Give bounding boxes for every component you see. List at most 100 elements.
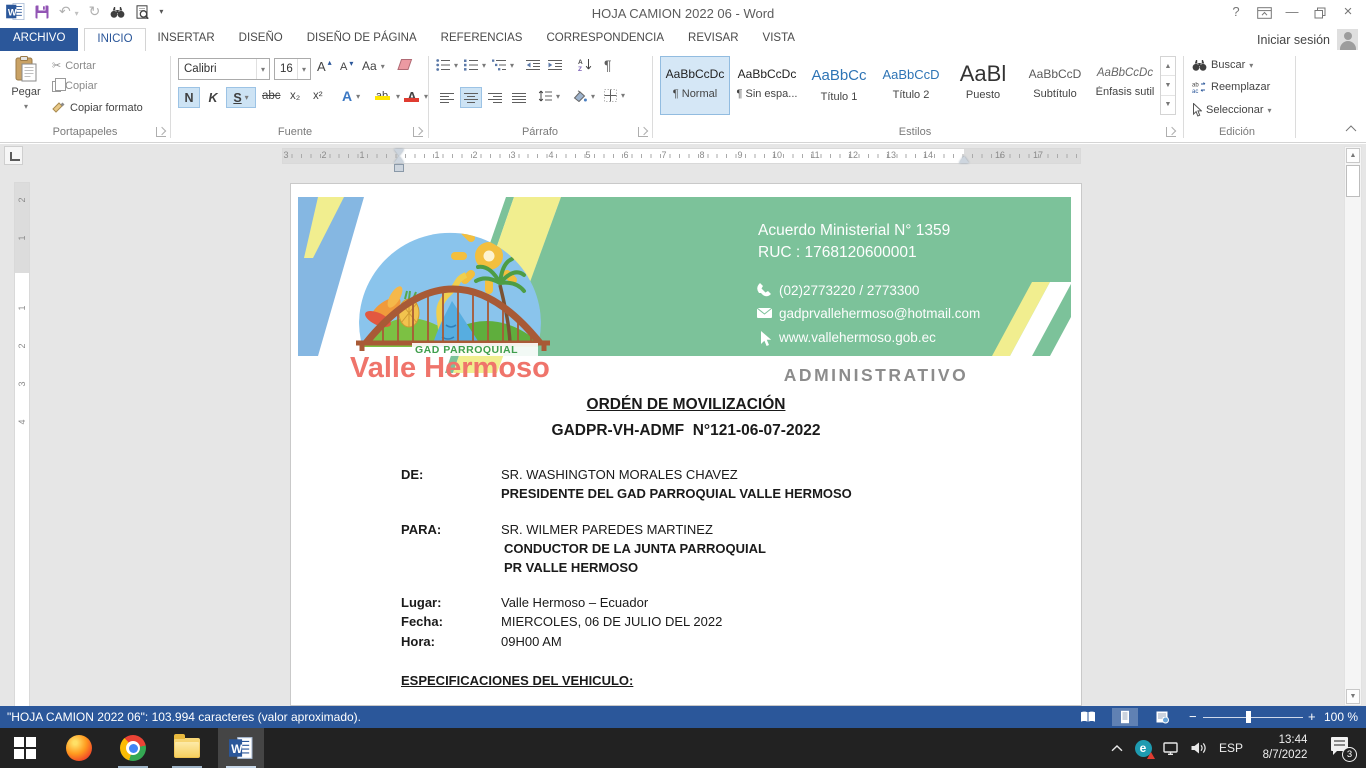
tab-revisar[interactable]: REVISAR <box>676 28 751 51</box>
ribbon-options-button[interactable] <box>1250 0 1278 24</box>
highlight-button[interactable]: ab▾ <box>372 87 400 105</box>
strikethrough-button[interactable]: abc <box>262 90 281 102</box>
borders-button[interactable]: ▾ <box>604 89 625 102</box>
italic-button[interactable]: K <box>202 87 224 108</box>
horizontal-ruler[interactable]: 3 2 1 1 2 3 4 5 6 7 8 9 10 11 12 13 14 1… <box>283 149 1080 163</box>
styles-dialog-launcher[interactable] <box>1166 127 1176 137</box>
align-center-button[interactable] <box>460 87 482 108</box>
font-color-button[interactable]: A▾ <box>404 87 428 105</box>
web-layout-button[interactable] <box>1149 708 1175 726</box>
hanging-indent-marker[interactable] <box>394 156 404 163</box>
style-titulo1[interactable]: AaBbCc Título 1 <box>804 56 874 115</box>
clock[interactable]: 13:448/7/2022 <box>1250 728 1320 768</box>
align-left-button[interactable] <box>436 87 458 108</box>
replace-button[interactable]: Reemplazar <box>1192 81 1270 93</box>
scroll-up-icon[interactable]: ▲ <box>1346 148 1360 163</box>
styles-gallery-scroll[interactable]: ▲ ▼ ▼ <box>1160 56 1176 115</box>
subscript-button[interactable]: x₂ <box>290 90 300 102</box>
change-case-button[interactable]: Aa▾ <box>362 59 385 73</box>
bullets-button[interactable]: ▾ <box>436 59 458 71</box>
taskbar-chrome[interactable] <box>110 728 156 768</box>
styles-scroll-up-icon[interactable]: ▲ <box>1161 57 1175 76</box>
tray-expand-icon[interactable] <box>1104 728 1130 768</box>
tab-diseno-pagina[interactable]: DISEÑO DE PÁGINA <box>295 28 429 51</box>
scroll-down-icon[interactable]: ▼ <box>1346 689 1360 704</box>
taskbar-word[interactable] <box>218 728 264 768</box>
document-page[interactable]: Acuerdo Ministerial N° 1359 RUC : 176812… <box>290 183 1082 706</box>
scrollbar-thumb[interactable] <box>1346 165 1360 197</box>
justify-button[interactable] <box>508 87 530 108</box>
eset-icon[interactable]: e <box>1130 728 1156 768</box>
font-family-combo[interactable]: Calibri▾ <box>178 58 270 80</box>
copy-button[interactable]: Copiar <box>52 80 97 92</box>
grow-font-button[interactable]: A▴ <box>317 59 332 74</box>
zoom-out-button[interactable]: − <box>1189 709 1197 724</box>
paste-button[interactable]: Pegar ▾ <box>8 56 44 120</box>
collapse-ribbon-button[interactable] <box>1345 125 1357 132</box>
show-marks-button[interactable]: ¶ <box>604 57 612 73</box>
tab-archivo[interactable]: ARCHIVO <box>0 28 78 51</box>
styles-scroll-down-icon[interactable]: ▼ <box>1161 76 1175 95</box>
sort-button[interactable] <box>578 58 592 71</box>
paragraph-dialog-launcher[interactable] <box>638 127 648 137</box>
style-enfasis-sutil[interactable]: AaBbCcDc Énfasis sutil <box>1092 56 1158 115</box>
styles-more-icon[interactable]: ▼ <box>1161 96 1175 114</box>
format-painter-button[interactable]: Copiar formato <box>52 101 143 115</box>
tab-inicio[interactable]: INICIO <box>84 28 145 51</box>
text-effects-button[interactable]: A▾ <box>342 88 360 104</box>
clear-formatting-button[interactable] <box>396 58 413 72</box>
print-layout-button[interactable] <box>1112 708 1138 726</box>
zoom-in-button[interactable]: + <box>1308 709 1316 724</box>
vertical-scrollbar[interactable]: ▲ ▼ <box>1344 146 1362 706</box>
read-mode-button[interactable] <box>1075 708 1101 726</box>
zoom-slider-track[interactable] <box>1203 717 1303 718</box>
bold-button[interactable]: N <box>178 87 200 108</box>
language-indicator[interactable]: ESP <box>1212 728 1250 768</box>
underline-button[interactable]: S▾ <box>226 87 256 108</box>
first-line-indent-marker[interactable] <box>394 149 404 156</box>
help-button[interactable]: ? <box>1222 0 1250 24</box>
minimize-button[interactable]: — <box>1278 0 1306 24</box>
tab-correspondencia[interactable]: CORRESPONDENCIA <box>534 28 676 51</box>
tab-insertar[interactable]: INSERTAR <box>146 28 227 51</box>
notification-center[interactable]: 3 <box>1320 728 1366 768</box>
style-normal[interactable]: AaBbCcDc ¶ Normal <box>660 56 730 115</box>
start-button[interactable] <box>2 728 48 768</box>
line-spacing-button[interactable]: ▾ <box>538 90 560 102</box>
tab-referencias[interactable]: REFERENCIAS <box>429 28 535 51</box>
style-puesto[interactable]: AaBl Puesto <box>948 56 1018 115</box>
tab-stop-selector[interactable] <box>4 146 23 165</box>
multilevel-list-button[interactable]: ▾ <box>492 59 514 71</box>
shrink-font-button[interactable]: A▾ <box>340 61 353 73</box>
restore-button[interactable] <box>1306 0 1334 24</box>
decrease-indent-button[interactable] <box>526 59 540 71</box>
font-size-combo[interactable]: 16▾ <box>274 58 311 80</box>
style-titulo2[interactable]: AaBbCcD Título 2 <box>876 56 946 115</box>
close-button[interactable]: × <box>1334 0 1362 24</box>
cut-button[interactable]: ✂ Cortar <box>52 59 96 72</box>
tab-vista[interactable]: VISTA <box>751 28 807 51</box>
taskbar-explorer[interactable] <box>164 728 210 768</box>
network-icon[interactable] <box>1156 728 1184 768</box>
zoom-slider-thumb[interactable] <box>1246 711 1251 723</box>
clipboard-dialog-launcher[interactable] <box>156 127 166 137</box>
vertical-ruler[interactable]: 2 1 1 2 3 4 <box>15 183 29 706</box>
style-subtitulo[interactable]: AaBbCcD Subtítulo <box>1020 56 1090 115</box>
right-indent-marker[interactable] <box>959 156 969 163</box>
volume-icon[interactable] <box>1184 728 1212 768</box>
font-dialog-launcher[interactable] <box>413 127 423 137</box>
left-indent-marker[interactable] <box>394 164 404 172</box>
find-button[interactable]: Buscar▾ <box>1192 59 1253 71</box>
superscript-button[interactable]: x² <box>313 90 323 102</box>
zoom-level[interactable]: 100 % <box>1324 710 1358 724</box>
increase-indent-button[interactable] <box>548 59 562 71</box>
tab-diseno[interactable]: DISEÑO <box>227 28 295 51</box>
sign-in[interactable]: Iniciar sesión <box>1257 29 1358 50</box>
taskbar-firefox[interactable] <box>56 728 102 768</box>
numbering-button[interactable]: ▾ <box>464 59 486 71</box>
shading-button[interactable]: ▾ <box>572 90 595 102</box>
select-button[interactable]: Seleccionar▾ <box>1192 103 1272 117</box>
style-sin-espaciado[interactable]: AaBbCcDc ¶ Sin espa... <box>732 56 802 115</box>
letterhead-acuerdo: Acuerdo Ministerial N° 1359 <box>758 222 950 239</box>
align-right-button[interactable] <box>484 87 506 108</box>
